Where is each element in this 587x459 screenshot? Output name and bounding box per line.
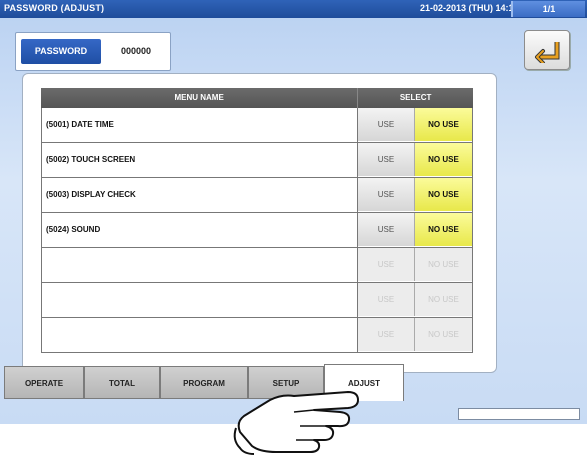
table-header: MENU NAME SELECT <box>41 88 473 108</box>
use-button: USE <box>358 318 415 351</box>
use-button: USE <box>358 283 415 316</box>
table-row: USE NO USE <box>41 248 473 283</box>
no-use-button: NO USE <box>415 283 472 316</box>
menu-name-cell <box>42 318 358 352</box>
use-button[interactable]: USE <box>358 178 415 211</box>
table-row: USE NO USE <box>41 283 473 318</box>
password-label: PASSWORD <box>21 39 101 64</box>
table-row: (5003) DISPLAY CHECK USE NO USE <box>41 178 473 213</box>
no-use-button: NO USE <box>415 248 472 281</box>
password-value: 000000 <box>120 46 152 56</box>
menu-table: MENU NAME SELECT (5001) DATE TIME USE NO… <box>41 88 473 353</box>
no-use-button[interactable]: NO USE <box>415 213 472 246</box>
menu-name-cell <box>42 283 358 317</box>
menu-name-cell: (5024) SOUND <box>42 213 358 247</box>
menu-name-cell <box>42 248 358 282</box>
use-button[interactable]: USE <box>358 213 415 246</box>
page-indicator: 1/1 <box>511 1 585 17</box>
status-bar <box>458 408 580 420</box>
use-button[interactable]: USE <box>358 108 415 141</box>
use-button: USE <box>358 248 415 281</box>
header-menu-name: MENU NAME <box>41 88 359 108</box>
menu-name-cell: (5001) DATE TIME <box>42 108 358 142</box>
main-screen: PASSWORD 000000 MENU NAME SELECT (5001) … <box>0 18 587 424</box>
password-box: PASSWORD 000000 <box>15 32 171 71</box>
menu-panel: MENU NAME SELECT (5001) DATE TIME USE NO… <box>22 73 497 373</box>
tab-operate[interactable]: OPERATE <box>4 366 84 399</box>
menu-name-cell: (5002) TOUCH SCREEN <box>42 143 358 177</box>
table-row: (5024) SOUND USE NO USE <box>41 213 473 248</box>
table-row: (5001) DATE TIME USE NO USE <box>41 108 473 143</box>
no-use-button[interactable]: NO USE <box>415 108 472 141</box>
return-arrow-icon <box>535 42 560 63</box>
table-row: (5002) TOUCH SCREEN USE NO USE <box>41 143 473 178</box>
title-bar: PASSWORD (ADJUST) 21-02-2013 (THU) 14:19… <box>0 0 587 18</box>
table-row: USE NO USE <box>41 318 473 353</box>
no-use-button[interactable]: NO USE <box>415 143 472 176</box>
use-button[interactable]: USE <box>358 143 415 176</box>
back-button[interactable] <box>524 30 570 70</box>
tab-total[interactable]: TOTAL <box>84 366 160 399</box>
screen-title: PASSWORD (ADJUST) <box>4 3 105 13</box>
no-use-button[interactable]: NO USE <box>415 178 472 211</box>
menu-name-cell: (5003) DISPLAY CHECK <box>42 178 358 212</box>
no-use-button: NO USE <box>415 318 472 351</box>
header-select: SELECT <box>399 93 432 102</box>
date-time: 21-02-2013 (THU) 14:19 <box>420 3 519 13</box>
pointing-hand-icon <box>233 391 359 455</box>
